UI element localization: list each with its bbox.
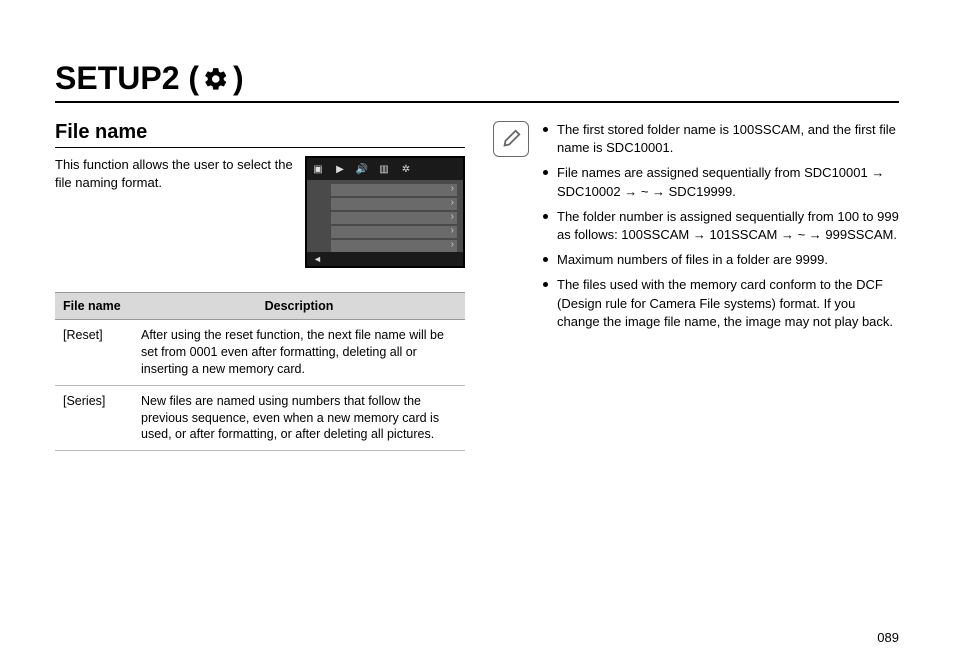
menu-row (331, 184, 457, 196)
display-icon: ▥ (377, 163, 391, 175)
table-row: [Series] New files are named using numbe… (55, 385, 465, 451)
note-item: Maximum numbers of files in a folder are… (543, 251, 899, 269)
table-cell-name: [Series] (55, 385, 133, 451)
gear-icon (203, 66, 229, 92)
camera-icon: ▣ (311, 163, 325, 175)
title-prefix: SETUP2 ( (55, 60, 199, 97)
intro-text: This function allows the user to select … (55, 156, 295, 191)
right-column: The first stored folder name is 100SSCAM… (493, 121, 899, 451)
note-item: The files used with the memory card conf… (543, 276, 899, 331)
table-header-description: Description (133, 293, 465, 320)
camera-screen-preview: ▣ ▶ 🔊 ▥ ✲ ◄ (305, 156, 465, 268)
table-cell-name: [Reset] (55, 320, 133, 386)
description-table: File name Description [Reset] After usin… (55, 292, 465, 451)
page-title: SETUP2 ( ) (55, 60, 899, 103)
table-row: [Reset] After using the reset function, … (55, 320, 465, 386)
menu-row (331, 226, 457, 238)
note-item: The first stored folder name is 100SSCAM… (543, 121, 899, 157)
notes-list: The first stored folder name is 100SSCAM… (543, 121, 899, 338)
menu-row (331, 212, 457, 224)
section-heading: File name (55, 121, 465, 148)
play-icon: ▶ (333, 163, 347, 175)
screen-menu-rows (307, 180, 463, 252)
sound-icon: 🔊 (355, 163, 369, 175)
table-cell-desc: New files are named using numbers that f… (133, 385, 465, 451)
menu-row (331, 240, 457, 252)
menu-row (331, 198, 457, 210)
screen-tab-bar: ▣ ▶ 🔊 ▥ ✲ (307, 158, 463, 180)
settings-icon: ✲ (399, 163, 413, 175)
table-header-filename: File name (55, 293, 133, 320)
note-item: File names are assigned sequentially fro… (543, 164, 899, 200)
title-suffix: ) (233, 60, 244, 97)
page-number: 089 (877, 630, 899, 645)
screen-footer: ◄ (307, 252, 463, 266)
note-icon (493, 121, 529, 157)
table-cell-desc: After using the reset function, the next… (133, 320, 465, 386)
note-item: The folder number is assigned sequential… (543, 208, 899, 244)
left-column: File name This function allows the user … (55, 121, 465, 451)
